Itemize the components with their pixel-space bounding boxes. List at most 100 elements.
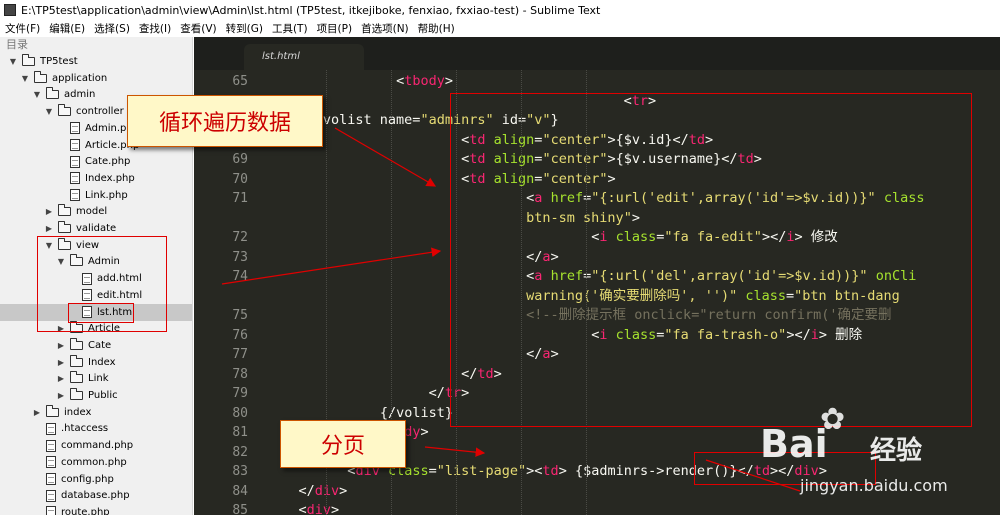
callout-pagination: 分页 [280, 420, 406, 468]
code-token: {volist name= [314, 112, 421, 128]
menu-item[interactable]: 转到(G) [221, 21, 267, 36]
tree-file[interactable]: command.php [0, 437, 192, 454]
menu-item[interactable]: 选择(S) [89, 21, 134, 36]
code-token: < [396, 73, 405, 89]
tree-folder[interactable]: ▶ Link [0, 370, 192, 387]
menu-item[interactable]: 首选项(N) [356, 21, 413, 36]
tree-item-label: config.php [61, 473, 114, 485]
code-token: > [420, 424, 429, 440]
paw-icon: ✿ [820, 402, 846, 437]
tree-file[interactable]: common.php [0, 454, 192, 471]
menu-item[interactable]: 帮助(H) [413, 21, 459, 36]
collapsed-arrow-icon: ▶ [57, 340, 65, 350]
tree-item-label: command.php [61, 440, 134, 452]
collapsed-arrow-icon: ▶ [57, 391, 65, 400]
tree-file[interactable]: Index.php [0, 170, 192, 187]
line-number: 76 [232, 327, 248, 343]
tree-item-label: common.php [61, 456, 127, 468]
tree-item-label: application [52, 72, 108, 84]
tree-item-label: model [76, 206, 108, 218]
folder-icon [46, 87, 59, 100]
tree-item-label: database.php [61, 490, 130, 502]
tree-folder[interactable]: ▶ Public [0, 387, 192, 404]
sublime-app-icon [4, 4, 16, 16]
tree-item-label: index [64, 406, 92, 418]
collapsed-arrow-icon: ▶ [45, 207, 53, 217]
code-token: >< [526, 463, 543, 479]
callout-loop: 循环遍历数据 [127, 95, 323, 147]
tree-file[interactable]: database.php [0, 487, 192, 504]
watermark-brand: Bai [760, 422, 828, 466]
tab-lst-html[interactable]: lst.html [244, 44, 364, 70]
code-line: <div> [299, 501, 340, 515]
code-token: </ [428, 385, 445, 401]
line-number: 82 [232, 444, 248, 460]
folder-icon [70, 354, 83, 367]
line-number: 81 [232, 425, 248, 440]
line-number: 83 [232, 464, 248, 479]
code-token: tbody [404, 73, 445, 89]
tree-file[interactable]: config.php [0, 471, 192, 488]
file-icon [70, 155, 80, 168]
line-number: 72 [232, 230, 248, 245]
tree-item-label: Link.php [85, 189, 128, 201]
file-icon [46, 473, 56, 485]
menu-item[interactable]: 查找(I) [134, 21, 175, 36]
tree-folder[interactable]: ▼ application [0, 70, 192, 87]
folder-icon [22, 54, 35, 66]
tree-folder[interactable]: ▶ Index [0, 354, 192, 371]
line-number: 79 [232, 386, 248, 401]
tree-item-label: Index.php [85, 172, 135, 184]
tab-bar: lst.html [194, 37, 1000, 70]
folder-icon [34, 70, 47, 83]
tree-folder[interactable]: ▶ validate [0, 220, 192, 237]
file-icon [46, 489, 56, 502]
file-icon [46, 422, 56, 435]
code-token: > [339, 482, 348, 499]
line-number: 80 [232, 405, 248, 421]
window-title: E:\TP5test\application\admin\view\Admin\… [21, 3, 601, 17]
tree-item-label: controller [76, 106, 124, 118]
tree-item-label: Cate.php [85, 156, 131, 168]
tree-item-label: Link [88, 373, 109, 385]
line-number: 85 [232, 503, 248, 515]
menu-item[interactable]: 工具(T) [267, 21, 312, 36]
tree-item-label: validate [76, 223, 117, 234]
menu-item[interactable]: 项目(P) [312, 21, 357, 36]
code-token: > [444, 73, 453, 89]
title-bar: E:\TP5test\application\admin\view\Admin\… [0, 0, 1000, 20]
folder-icon [58, 221, 71, 233]
tree-file[interactable]: Link.php [0, 187, 192, 204]
tree-folder[interactable]: ▶ index [0, 404, 192, 421]
tree-file[interactable]: route.php [0, 504, 192, 515]
file-icon [70, 139, 80, 151]
code-token: < [298, 502, 307, 515]
code-token: </ [298, 482, 315, 499]
tree-item-label: Cate [88, 339, 112, 351]
line-number: 78 [232, 366, 248, 382]
collapsed-arrow-icon: ▶ [33, 407, 41, 417]
collapsed-arrow-icon: ▶ [45, 224, 53, 233]
line-number: 69 [232, 152, 248, 167]
tree-item-label: TP5test [40, 56, 78, 67]
file-icon [46, 456, 56, 469]
baidu-watermark: Bai ✿ 经验 jingyan.baidu.com [760, 402, 996, 510]
menu-item[interactable]: 编辑(E) [44, 21, 89, 36]
expanded-arrow-icon: ▼ [45, 107, 53, 117]
line-number: 75 [232, 308, 248, 323]
tree-file[interactable]: .htaccess [0, 420, 192, 437]
file-icon [70, 122, 80, 135]
folder-icon [70, 388, 83, 400]
code-line: <tbody> [396, 72, 453, 92]
menu-item[interactable]: 文件(F) [0, 21, 44, 36]
folder-icon [58, 204, 71, 217]
tree-folder[interactable]: ▶ Cate [0, 337, 192, 354]
code-token: td [542, 463, 559, 479]
tree-folder[interactable]: ▶ model [0, 203, 192, 220]
tree-folder[interactable]: ▼ TP5test [0, 53, 192, 70]
tree-file[interactable]: Cate.php [0, 153, 192, 170]
menu-item[interactable]: 查看(V) [175, 21, 220, 36]
lst-file-highlight-box [68, 303, 134, 323]
line-number: 84 [232, 483, 248, 499]
expanded-arrow-icon: ▼ [9, 57, 17, 66]
